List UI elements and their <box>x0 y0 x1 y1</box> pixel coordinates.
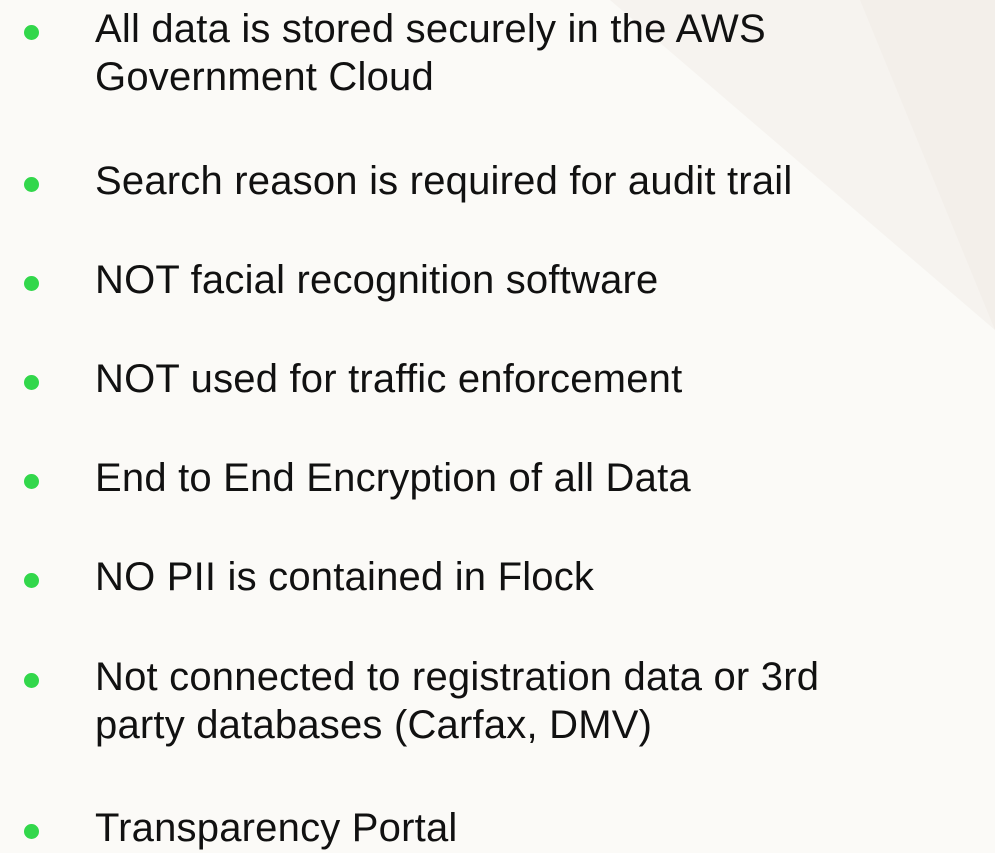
bullet-line: Transparency Portal <box>95 806 458 850</box>
bullet-line: Government Cloud <box>95 55 434 99</box>
bullet-text: End to End Encryption of all Data <box>95 454 985 502</box>
bullet-dot-icon <box>24 276 39 291</box>
bullet-line: Not connected to registration data or 3r… <box>95 655 820 699</box>
bullet-dot-icon <box>24 177 39 192</box>
bullet-line: Search reason is required for audit trai… <box>95 159 793 203</box>
bullet-text: Transparency Portal <box>95 804 985 852</box>
bullet-dot-icon <box>24 573 39 588</box>
bullet-line: End to End Encryption of all Data <box>95 456 691 500</box>
bullet-dot-icon <box>24 25 39 40</box>
bullet-text: All data is stored securely in the AWS G… <box>95 5 985 101</box>
bullet-text: NOT facial recognition software <box>95 256 985 304</box>
bullet-text: NOT used for traffic enforcement <box>95 355 985 403</box>
bullet-line: NOT facial recognition software <box>95 258 659 302</box>
bullet-dot-icon <box>24 474 39 489</box>
bullet-text: NO PII is contained in Flock <box>95 553 985 601</box>
bullet-line: NO PII is contained in Flock <box>95 555 595 599</box>
bullet-list: All data is stored securely in the AWS G… <box>0 0 995 853</box>
bullet-dot-icon <box>24 375 39 390</box>
bullet-line: party databases (Carfax, DMV) <box>95 703 653 747</box>
bullet-text: Not connected to registration data or 3r… <box>95 653 985 749</box>
bullet-line: NOT used for traffic enforcement <box>95 357 683 401</box>
bullet-dot-icon <box>24 824 39 839</box>
bullet-line: All data is stored securely in the AWS <box>95 7 766 51</box>
bullet-text: Search reason is required for audit trai… <box>95 157 985 205</box>
bullet-dot-icon <box>24 673 39 688</box>
